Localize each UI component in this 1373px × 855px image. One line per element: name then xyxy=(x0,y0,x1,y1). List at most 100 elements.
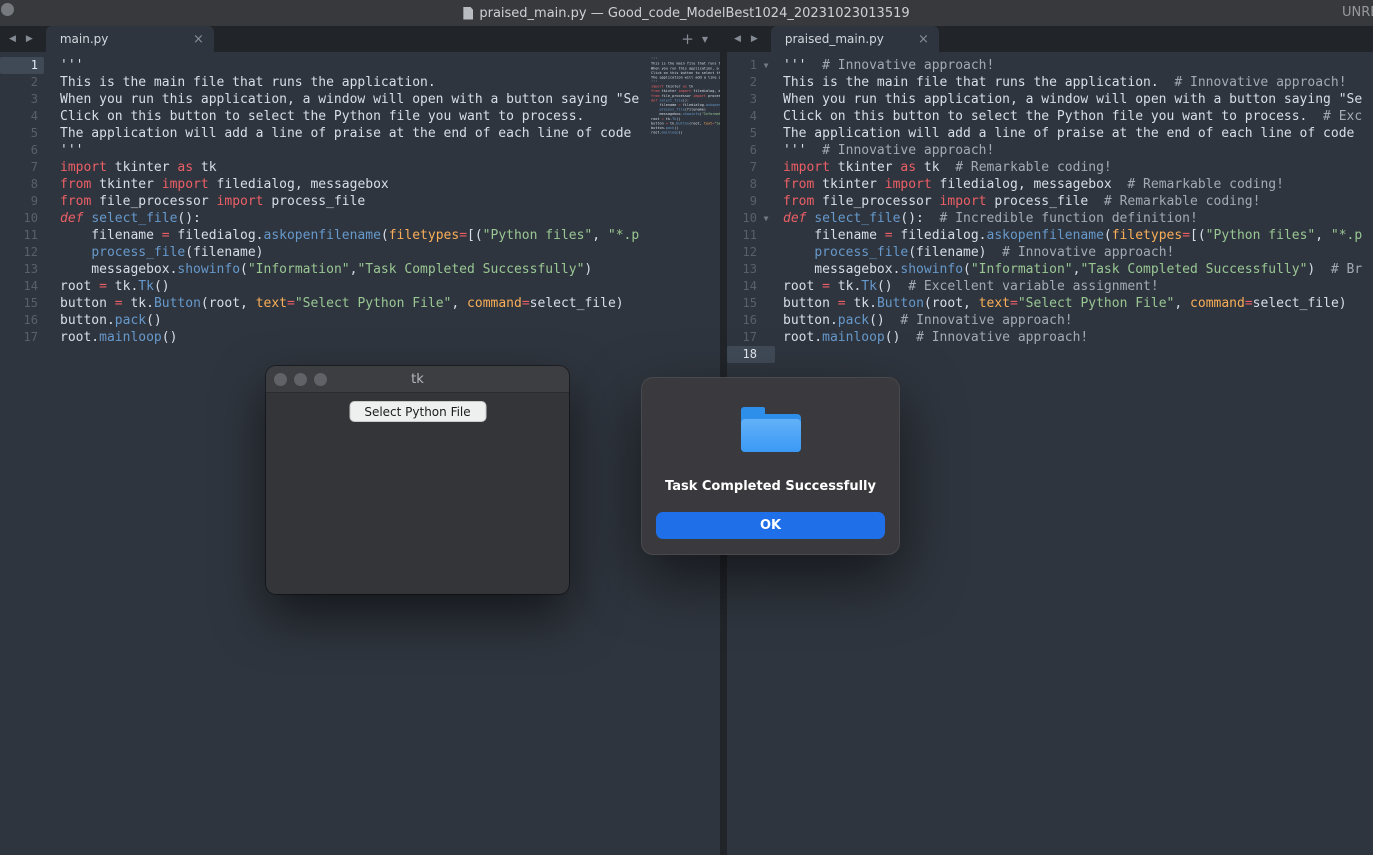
code-line[interactable]: 1''' xyxy=(0,57,720,74)
line-number-gutter[interactable]: 1 xyxy=(0,57,44,74)
tab-main-py[interactable]: main.py × xyxy=(46,26,214,52)
code-line[interactable]: 10▼def select_file(): # Incredible funct… xyxy=(727,210,1373,227)
line-number-gutter[interactable]: 4 xyxy=(727,108,775,125)
fold-arrow-icon[interactable] xyxy=(757,176,775,193)
fold-arrow-icon[interactable] xyxy=(757,159,775,176)
tk-window[interactable]: tk Select Python File xyxy=(266,366,569,594)
code-line[interactable]: 6''' xyxy=(0,142,720,159)
fold-arrow-icon[interactable] xyxy=(757,312,775,329)
line-number-gutter[interactable]: 15 xyxy=(727,295,775,312)
code-line[interactable]: 14root = tk.Tk() # Excellent variable as… xyxy=(727,278,1373,295)
code-line[interactable]: 4Click on this button to select the Pyth… xyxy=(0,108,720,125)
select-python-file-button[interactable]: Select Python File xyxy=(349,401,486,422)
tk-titlebar[interactable]: tk xyxy=(266,366,569,393)
fold-arrow-icon[interactable] xyxy=(757,193,775,210)
line-number-gutter[interactable]: 12 xyxy=(0,244,44,261)
line-number-gutter[interactable]: 4 xyxy=(0,108,44,125)
line-number-gutter[interactable]: 16 xyxy=(0,312,44,329)
line-number-gutter[interactable]: 13 xyxy=(0,261,44,278)
tab-nav-forward-icon[interactable]: ▶ xyxy=(746,34,763,44)
tab-nav-back-icon[interactable]: ◀ xyxy=(729,34,746,44)
code-line[interactable]: 15button = tk.Button(root, text="Select … xyxy=(727,295,1373,312)
fold-arrow-icon[interactable] xyxy=(757,346,775,363)
line-number-gutter[interactable]: 7 xyxy=(0,159,44,176)
fold-arrow-icon[interactable] xyxy=(757,108,775,125)
line-number-gutter[interactable]: 16 xyxy=(727,312,775,329)
fold-arrow-icon[interactable] xyxy=(757,227,775,244)
code-line[interactable]: 8from tkinter import filedialog, message… xyxy=(0,176,720,193)
tab-nav-back-icon[interactable]: ◀ xyxy=(4,34,21,44)
line-number-gutter[interactable]: 6 xyxy=(0,142,44,159)
line-number-gutter[interactable]: 11 xyxy=(727,227,775,244)
close-tab-icon[interactable]: × xyxy=(193,32,204,47)
code-line[interactable]: 3When you run this application, a window… xyxy=(0,91,720,108)
line-number-gutter[interactable]: 9 xyxy=(0,193,44,210)
code-line[interactable]: 14root = tk.Tk() xyxy=(0,278,720,295)
line-number-gutter[interactable]: 1▼ xyxy=(727,57,775,74)
line-number-gutter[interactable]: 3 xyxy=(0,91,44,108)
fold-arrow-icon[interactable] xyxy=(757,295,775,312)
code-line[interactable]: 17root.mainloop() # Innovative approach! xyxy=(727,329,1373,346)
fold-arrow-icon[interactable] xyxy=(757,142,775,159)
code-line[interactable]: 2This is the main file that runs the app… xyxy=(0,74,720,91)
code-line[interactable]: 12 process_file(filename) # Innovative a… xyxy=(727,244,1373,261)
line-number-gutter[interactable]: 8 xyxy=(727,176,775,193)
fold-arrow-icon[interactable] xyxy=(757,125,775,142)
line-number-gutter[interactable]: 15 xyxy=(0,295,44,312)
code-line[interactable]: 17root.mainloop() xyxy=(0,329,720,346)
code-line[interactable]: 7import tkinter as tk xyxy=(0,159,720,176)
fold-arrow-icon[interactable] xyxy=(757,261,775,278)
close-tab-icon[interactable]: × xyxy=(918,32,929,47)
code-line[interactable]: 13 messagebox.showinfo("Information","Ta… xyxy=(727,261,1373,278)
line-number-gutter[interactable]: 11 xyxy=(0,227,44,244)
code-line[interactable]: 13 messagebox.showinfo("Information","Ta… xyxy=(0,261,720,278)
line-number-gutter[interactable]: 17 xyxy=(727,329,775,346)
code-line[interactable]: 3When you run this application, a window… xyxy=(727,91,1373,108)
line-number-gutter[interactable]: 2 xyxy=(0,74,44,91)
code-line[interactable]: 6''' # Innovative approach! xyxy=(727,142,1373,159)
line-number-gutter[interactable]: 10▼ xyxy=(727,210,775,227)
code-line[interactable]: 2This is the main file that runs the app… xyxy=(727,74,1373,91)
line-number-gutter[interactable]: 18 xyxy=(727,346,775,363)
line-number-gutter[interactable]: 3 xyxy=(727,91,775,108)
fold-arrow-icon[interactable]: ▼ xyxy=(757,57,775,74)
code-line[interactable]: 5The application will add a line of prai… xyxy=(727,125,1373,142)
new-tab-button[interactable]: + xyxy=(673,30,702,48)
ok-button[interactable]: OK xyxy=(656,512,885,539)
code-line[interactable]: 10def select_file(): xyxy=(0,210,720,227)
line-number-gutter[interactable]: 6 xyxy=(727,142,775,159)
fold-arrow-icon[interactable] xyxy=(757,244,775,261)
fold-arrow-icon[interactable] xyxy=(757,91,775,108)
line-number-gutter[interactable]: 14 xyxy=(727,278,775,295)
code-line[interactable]: 11 filename = filedialog.askopenfilename… xyxy=(727,227,1373,244)
code-line[interactable]: 16button.pack() # Innovative approach! xyxy=(727,312,1373,329)
code-line[interactable]: 4Click on this button to select the Pyth… xyxy=(727,108,1373,125)
line-number-gutter[interactable]: 7 xyxy=(727,159,775,176)
tab-overflow-icon[interactable]: ▼ xyxy=(702,35,720,44)
code-line[interactable]: 11 filename = filedialog.askopenfilename… xyxy=(0,227,720,244)
line-number-gutter[interactable]: 12 xyxy=(727,244,775,261)
line-number-gutter[interactable]: 17 xyxy=(0,329,44,346)
line-number-gutter[interactable]: 5 xyxy=(0,125,44,142)
line-number-gutter[interactable]: 8 xyxy=(0,176,44,193)
code-area-main[interactable]: 1'''2This is the main file that runs the… xyxy=(0,52,720,346)
line-number-gutter[interactable]: 5 xyxy=(727,125,775,142)
line-number-gutter[interactable]: 10 xyxy=(0,210,44,227)
code-line[interactable]: 18 xyxy=(727,346,1373,363)
fold-arrow-icon[interactable] xyxy=(757,74,775,91)
line-number-gutter[interactable]: 9 xyxy=(727,193,775,210)
code-line[interactable]: 15button = tk.Button(root, text="Select … xyxy=(0,295,720,312)
code-line[interactable]: 16button.pack() xyxy=(0,312,720,329)
line-number-gutter[interactable]: 13 xyxy=(727,261,775,278)
code-line[interactable]: 9from file_processor import process_file… xyxy=(727,193,1373,210)
code-area-praised[interactable]: 1▼''' # Innovative approach!2This is the… xyxy=(727,52,1373,363)
code-line[interactable]: 7import tkinter as tk # Remarkable codin… xyxy=(727,159,1373,176)
tab-nav-forward-icon[interactable]: ▶ xyxy=(21,34,38,44)
titlebar[interactable]: praised_main.py — Good_code_ModelBest102… xyxy=(0,0,1373,26)
fold-arrow-icon[interactable]: ▼ xyxy=(757,210,775,227)
tab-praised-main-py[interactable]: praised_main.py × xyxy=(771,26,939,52)
fold-arrow-icon[interactable] xyxy=(757,278,775,295)
code-line[interactable]: 1▼''' # Innovative approach! xyxy=(727,57,1373,74)
code-line[interactable]: 8from tkinter import filedialog, message… xyxy=(727,176,1373,193)
line-number-gutter[interactable]: 14 xyxy=(0,278,44,295)
